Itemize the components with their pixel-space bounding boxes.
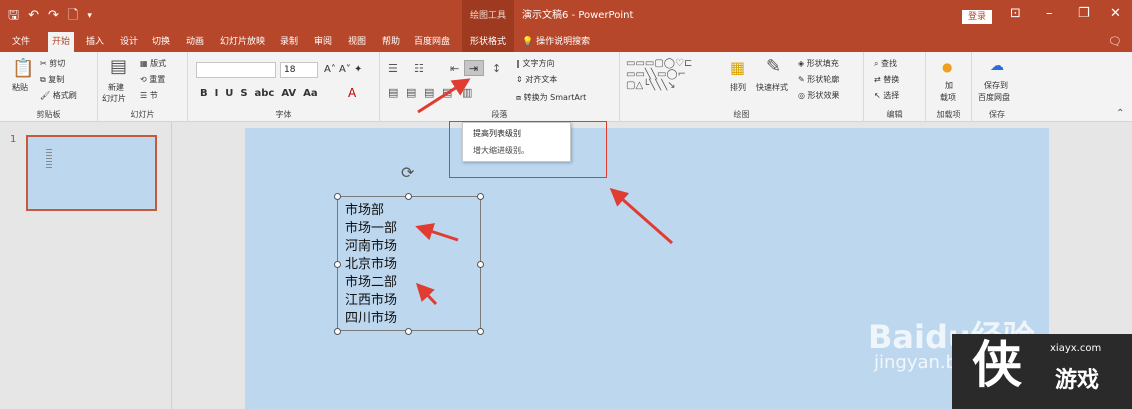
- arrow-to-indent-button: [417, 78, 471, 114]
- site-logo-text: 游戏: [1055, 368, 1100, 393]
- arrow-to-line-2: [415, 282, 438, 306]
- site-url: xiayx.com: [1050, 343, 1102, 354]
- arrow-to-tooltip: [609, 188, 673, 245]
- arrow-to-line-1: [415, 223, 459, 242]
- site-logo-char: 侠: [972, 336, 1022, 394]
